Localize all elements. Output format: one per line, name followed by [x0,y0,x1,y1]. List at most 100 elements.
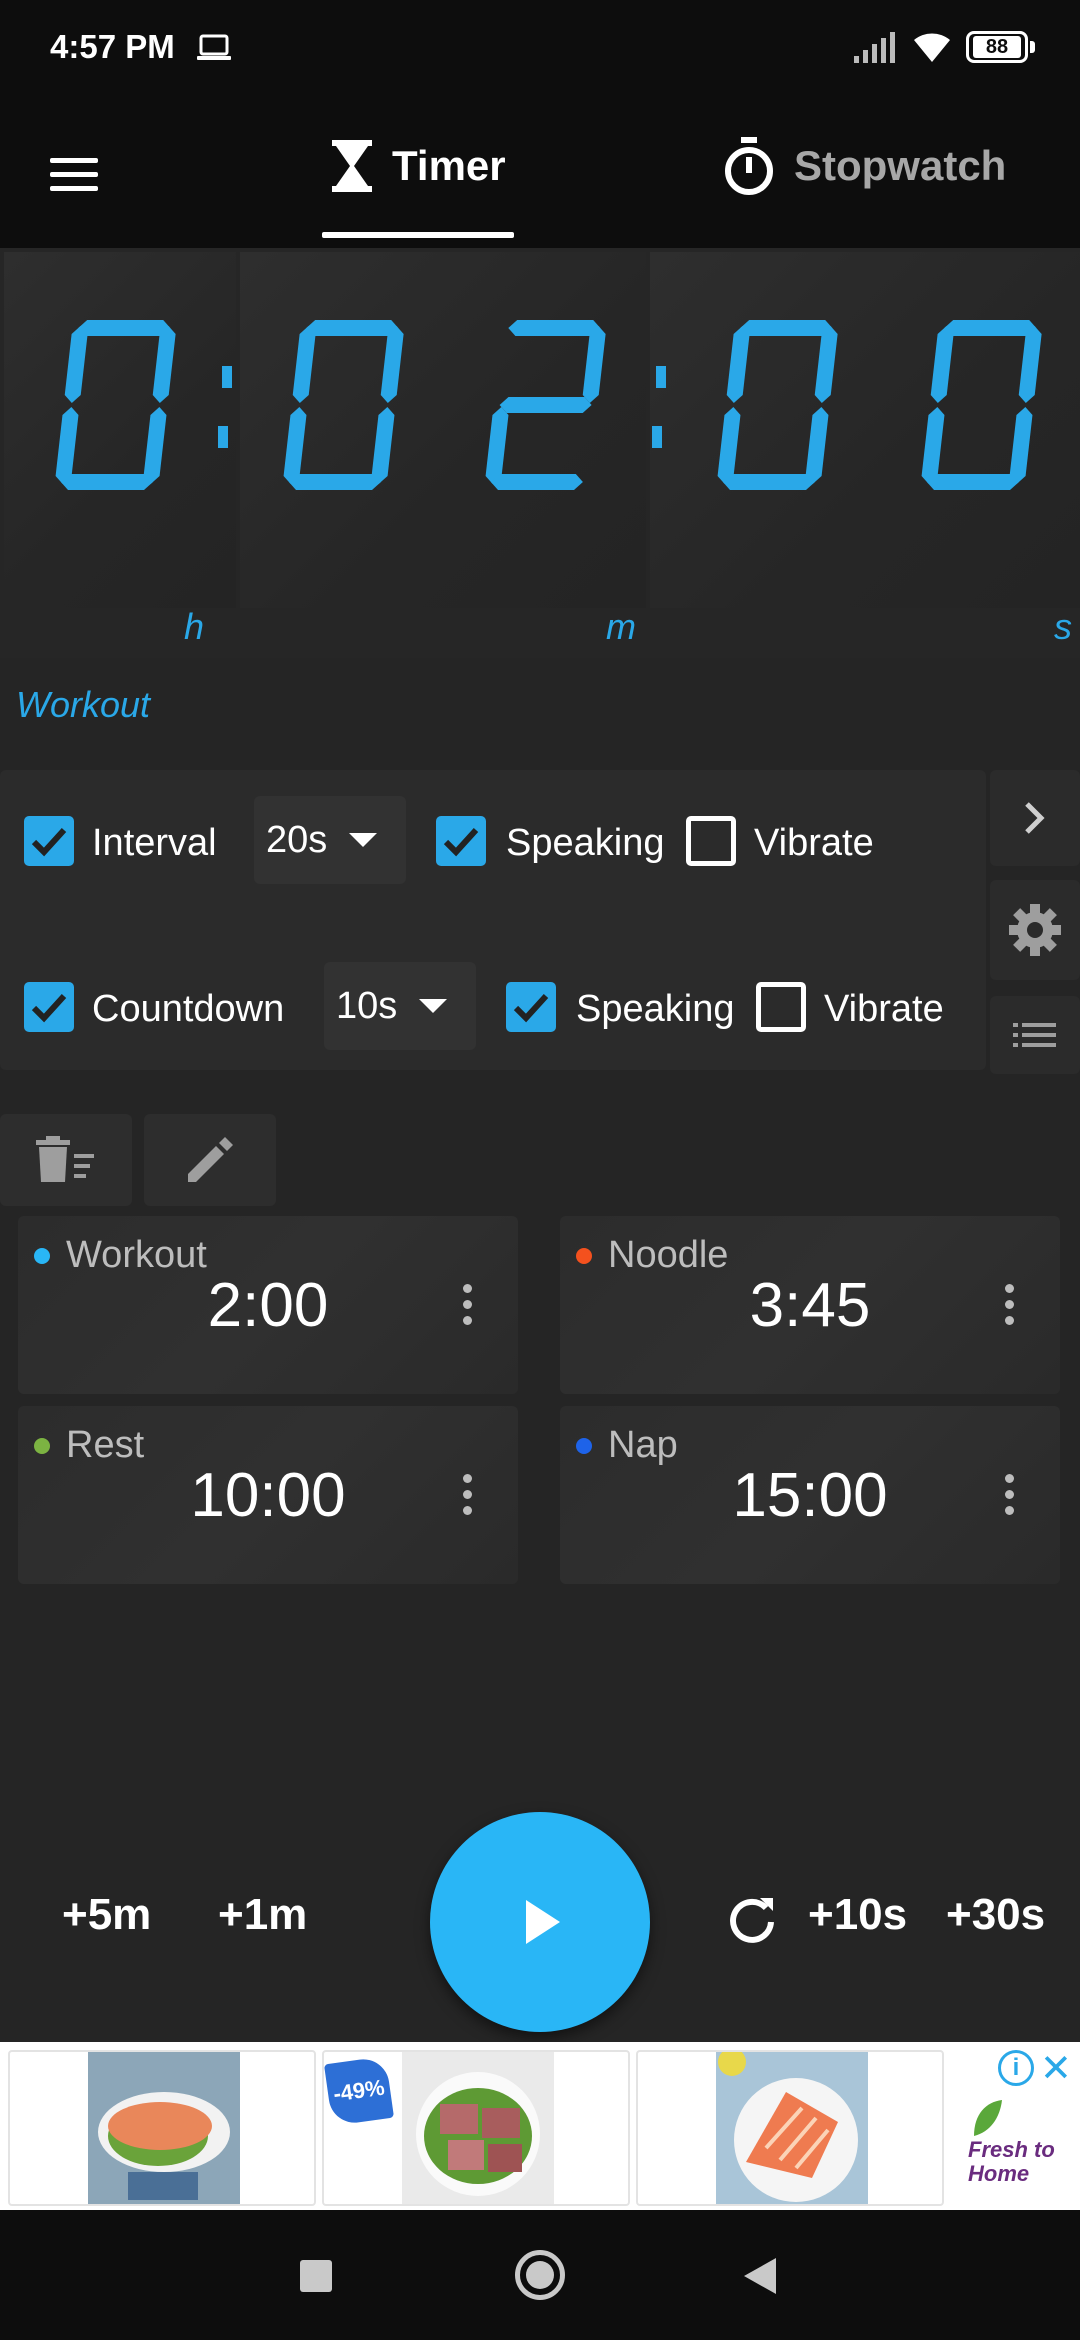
timer-display[interactable]: h m s [0,248,1080,658]
digit-2 [485,320,606,490]
preset-time: 15:00 [732,1461,888,1530]
unit-minutes: m [606,606,636,647]
ad-banner[interactable]: -49% i ✕ Fresh to Home [0,2042,1080,2210]
interval-label: Interval [92,822,217,864]
ad-product-tile[interactable]: -49% [322,2050,630,2206]
interval-speaking-checkbox[interactable] [436,816,486,866]
add-5m-button[interactable]: +5m [62,1890,151,1940]
menu-icon[interactable] [46,152,106,196]
current-preset-name[interactable]: Workout [16,684,150,726]
interval-vibrate-checkbox[interactable] [686,816,736,866]
delete-sweep-icon [36,1136,94,1182]
tab-stopwatch-label: Stopwatch [794,142,1007,189]
digit-4 [921,320,1042,490]
countdown-vibrate-checkbox[interactable] [756,982,806,1032]
list-icon [1013,1023,1056,1047]
tab-stopwatch[interactable]: Stopwatch [722,136,1006,196]
list-button[interactable] [990,996,1080,1074]
dropdown-arrow-icon [349,833,378,847]
pencil-icon [188,1137,233,1182]
preset-color-dot [34,1438,50,1454]
countdown-dropdown[interactable]: 10s [324,962,476,1050]
countdown-vibrate-label: Vibrate [824,988,944,1030]
signal-icon [854,32,895,63]
brand-leaf-icon [974,2100,1002,2136]
colon-dot [218,426,228,448]
preset-time: 2:00 [207,1271,329,1340]
colon-dot [222,366,232,388]
expand-button[interactable] [990,770,1080,866]
check-icon [443,827,479,857]
interval-dropdown[interactable]: 20s [254,796,406,884]
add-1m-button[interactable]: +1m [218,1890,307,1940]
add-30s-button[interactable]: +30s [946,1890,1045,1940]
preset-card[interactable]: Noodle 3:45 [560,1216,1060,1394]
digit-1 [283,320,404,490]
preset-card[interactable]: Rest 10:00 [18,1406,518,1584]
preset-color-dot [34,1248,50,1264]
salmon-fillet-image [88,2052,240,2204]
settings-button[interactable] [990,880,1080,980]
preset-time: 3:45 [749,1271,871,1340]
reset-icon[interactable] [726,1894,778,1946]
laptop-icon [197,34,231,60]
more-vert-icon[interactable] [990,1280,1030,1330]
home-button[interactable] [515,2250,565,2300]
seven-segment-digits [55,320,1042,490]
more-vert-icon[interactable] [448,1280,488,1330]
interval-speaking-label: Speaking [506,822,665,864]
countdown-speaking-checkbox[interactable] [506,982,556,1032]
interval-checkbox[interactable] [24,816,74,866]
ad-close-icon[interactable]: ✕ [1040,2046,1072,2091]
unit-hours: h [184,606,205,647]
tab-timer[interactable]: Timer [330,136,506,196]
colon-dot [652,426,662,448]
countdown-label: Countdown [92,988,285,1030]
hourglass-icon [332,140,372,192]
countdown-checkbox[interactable] [24,982,74,1032]
recent-apps-button[interactable] [300,2260,332,2292]
dropdown-arrow-icon [419,999,448,1013]
interval-value: 20s [266,818,328,861]
interval-vibrate-label: Vibrate [754,822,874,864]
salmon-steaks-image [716,2052,868,2204]
edit-presets-button[interactable] [144,1114,276,1206]
brand-logo: Fresh to Home [968,2137,1055,2186]
countdown-speaking-label: Speaking [576,988,735,1030]
stopwatch-icon [725,137,773,195]
ad-product-tile[interactable] [8,2050,316,2206]
preset-color-dot [576,1248,592,1264]
preset-card[interactable]: Nap 15:00 [560,1406,1060,1584]
wifi-icon [914,33,950,62]
preset-time: 10:00 [190,1461,346,1530]
status-bar: 4:57 PM 88 [0,0,1080,96]
system-nav-bar [0,2210,1080,2340]
check-icon [513,993,549,1023]
digit-3 [717,320,838,490]
delete-presets-button[interactable] [0,1114,132,1206]
discount-badge: -49% [324,2055,395,2127]
battery-tip [1030,41,1035,53]
tab-timer-label: Timer [392,142,506,189]
preset-card[interactable]: Workout 2:00 [18,1216,518,1394]
colon-dot [656,366,666,388]
add-10s-button[interactable]: +10s [808,1890,907,1940]
unit-seconds: s [1054,606,1072,647]
check-icon [31,827,67,857]
status-time: 4:57 PM [50,28,175,65]
battery-level: 88 [973,36,1021,58]
check-icon [31,993,67,1023]
gear-icon [1009,904,1061,956]
digit-0 [55,320,176,490]
back-button[interactable] [744,2258,776,2294]
options-panel: Interval 20s Speaking Vibrate Countdown … [0,770,986,1070]
more-vert-icon[interactable] [990,1470,1030,1520]
more-vert-icon[interactable] [448,1470,488,1520]
play-icon [526,1900,560,1944]
chevron-right-icon [1025,802,1045,834]
battery-icon: 88 [966,31,1028,63]
ad-info-icon[interactable]: i [998,2050,1034,2086]
play-button[interactable] [430,1812,650,2032]
preset-color-dot [576,1438,592,1454]
ad-product-tile[interactable] [636,2050,944,2206]
